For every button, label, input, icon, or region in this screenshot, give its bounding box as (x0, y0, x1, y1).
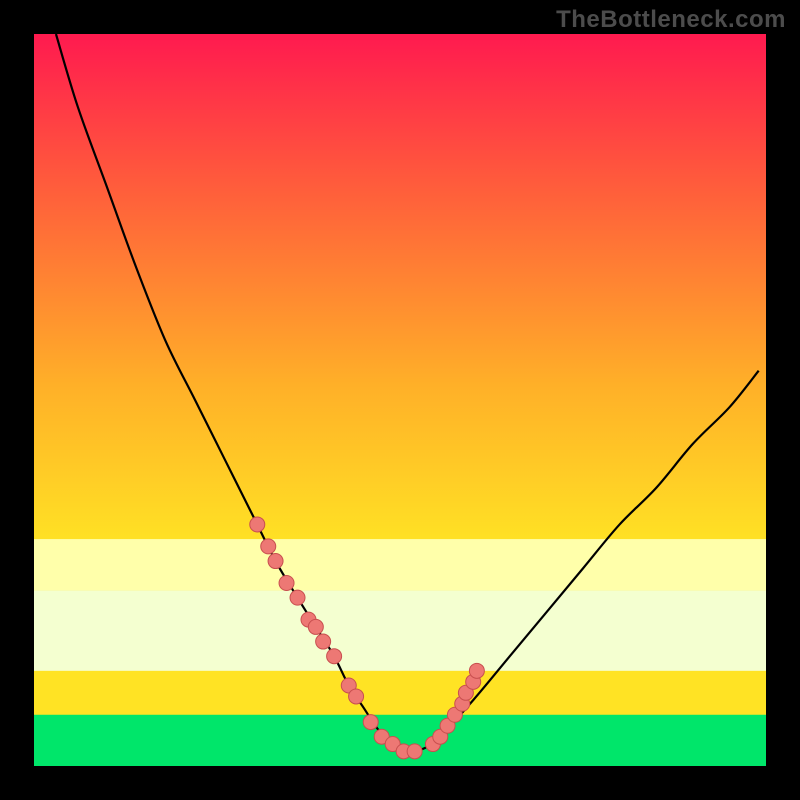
chart-frame: TheBottleneck.com (0, 0, 800, 800)
highlight-dot (363, 715, 378, 730)
pale-yellow-band (34, 539, 766, 590)
highlight-dot (316, 634, 331, 649)
highlight-dot (290, 590, 305, 605)
highlight-dot (469, 663, 484, 678)
highlight-dot (250, 517, 265, 532)
highlight-dot (268, 554, 283, 569)
watermark-text: TheBottleneck.com (556, 6, 786, 34)
bottleneck-chart (0, 0, 800, 800)
highlight-dot (308, 619, 323, 634)
highlight-dot (261, 539, 276, 554)
highlight-dot (327, 649, 342, 664)
highlight-dot (279, 576, 294, 591)
highlight-dot (407, 744, 422, 759)
pale-band (34, 590, 766, 671)
highlight-dot (349, 689, 364, 704)
